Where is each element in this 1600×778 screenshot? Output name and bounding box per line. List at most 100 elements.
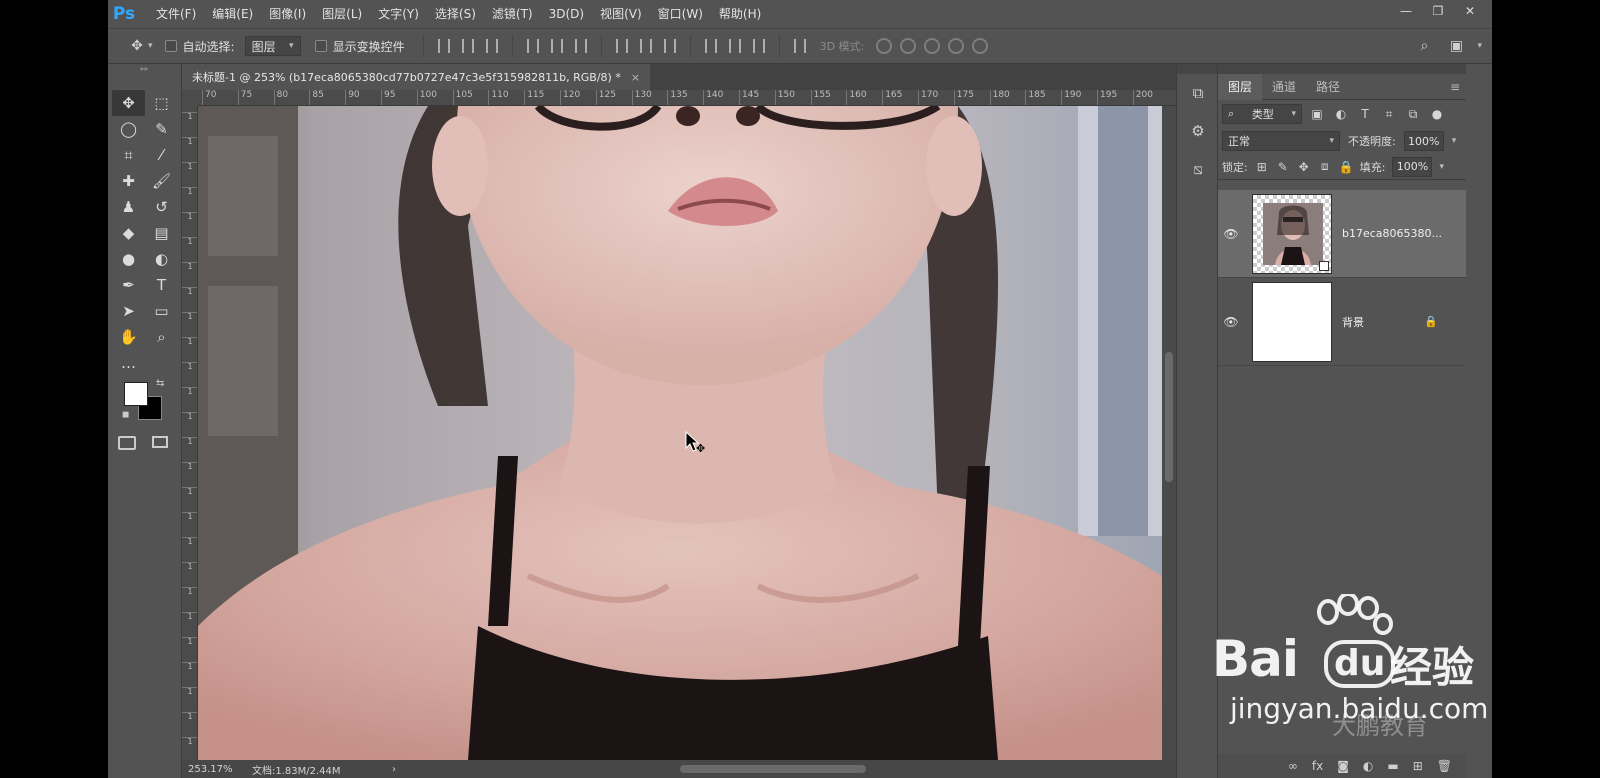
filter-shape-icon[interactable]: ⌗: [1380, 107, 1398, 122]
filter-pixel-icon[interactable]: ▣: [1308, 107, 1326, 121]
layer-row[interactable]: 👁 背景 🔒: [1218, 278, 1466, 366]
quick-select-tool-icon[interactable]: ✎: [145, 116, 178, 142]
vertical-scrollbar[interactable]: [1162, 106, 1176, 760]
toolbox-grip[interactable]: ▸▸: [108, 64, 181, 74]
layer-name[interactable]: 背景: [1342, 314, 1420, 330]
menu-select[interactable]: 选择(S): [427, 0, 484, 28]
type-tool-icon[interactable]: T: [145, 272, 178, 298]
lock-position-icon[interactable]: ✥: [1297, 160, 1311, 174]
menu-3d[interactable]: 3D(D): [541, 0, 592, 28]
menu-edit[interactable]: 编辑(E): [204, 0, 261, 28]
search-icon[interactable]: ⌕: [1413, 35, 1435, 57]
chevron-down-icon[interactable]: ▾: [148, 41, 153, 51]
menu-image[interactable]: 图像(I): [261, 0, 314, 28]
menu-help[interactable]: 帮助(H): [711, 0, 769, 28]
ruler-origin[interactable]: [182, 90, 198, 106]
lasso-tool-icon[interactable]: ◯: [112, 116, 145, 142]
move-tool-icon[interactable]: ✥: [112, 90, 145, 116]
lock-transparent-icon[interactable]: ⊞: [1255, 160, 1269, 174]
path-select-tool-icon[interactable]: ➤: [112, 298, 145, 324]
zoom-tool-icon[interactable]: ⌕: [145, 324, 178, 350]
healing-brush-tool-icon[interactable]: ✚: [112, 168, 145, 194]
menu-type[interactable]: 文字(Y): [370, 0, 427, 28]
crop-tool-icon[interactable]: ⌗: [112, 142, 145, 168]
trash-icon[interactable]: 🗑: [1437, 759, 1452, 773]
layer-name[interactable]: b17eca8065380...: [1342, 227, 1442, 240]
lock-all-icon[interactable]: 🔒: [1339, 160, 1354, 174]
blend-mode-dropdown[interactable]: 正常 ▾: [1222, 131, 1340, 151]
distribute-left-icon[interactable]: [704, 39, 717, 53]
adjustments-icon[interactable]: ⧅: [1177, 150, 1219, 188]
history-brush-tool-icon[interactable]: ↺: [145, 194, 178, 220]
gradient-tool-icon[interactable]: ▤: [145, 220, 178, 246]
filter-smart-object-icon[interactable]: ⧉: [1404, 107, 1422, 122]
filter-toggle-icon[interactable]: ●: [1428, 107, 1446, 121]
eye-icon[interactable]: 👁: [1218, 315, 1244, 329]
lock-artboard-icon[interactable]: ⧈: [1318, 159, 1332, 174]
horizontal-ruler[interactable]: 70 75 80 85 90 95 100 105 110 115 120 125 130 135 140 1…: [198, 90, 1176, 106]
opacity-field[interactable]: 100%: [1403, 131, 1444, 151]
minimize-button[interactable]: —: [1390, 0, 1422, 22]
mask-icon[interactable]: ◙: [1337, 759, 1349, 773]
chevron-down-icon[interactable]: ▾: [1452, 136, 1457, 146]
show-transform-checkbox[interactable]: [314, 40, 327, 52]
status-menu-arrow[interactable]: ›: [392, 764, 396, 775]
align-vcenter-icon[interactable]: [461, 39, 474, 53]
distribute-bottom-icon[interactable]: [663, 39, 676, 53]
auto-select-dropdown[interactable]: 图层 ▾: [244, 36, 301, 56]
3d-scale-icon[interactable]: [972, 38, 989, 54]
workspace-icon[interactable]: ▣: [1445, 35, 1467, 57]
horizontal-scroll-thumb[interactable]: [680, 765, 866, 773]
link-icon[interactable]: ∞: [1288, 759, 1298, 773]
vertical-scroll-thumb[interactable]: [1165, 352, 1173, 482]
adjustment-icon[interactable]: ◐: [1363, 759, 1373, 773]
quick-mask-icon[interactable]: [118, 436, 136, 450]
layer-thumbnail[interactable]: [1252, 281, 1332, 362]
align-bottom-icon[interactable]: [485, 39, 498, 53]
marquee-tool-icon[interactable]: ⬚: [145, 90, 178, 116]
document-tab[interactable]: 未标题-1 @ 253% (b17eca8065380cd77b0727e47c…: [182, 64, 651, 90]
zoom-level[interactable]: 253.17%: [182, 764, 252, 775]
dodge-tool-icon[interactable]: ◐: [145, 246, 178, 272]
distribute-right-icon[interactable]: [752, 39, 765, 53]
eyedropper-tool-icon[interactable]: ⁄: [145, 142, 178, 168]
close-button[interactable]: ✕: [1454, 0, 1486, 22]
canvas[interactable]: ✥: [198, 106, 1162, 760]
eraser-tool-icon[interactable]: ◆: [112, 220, 145, 246]
hand-tool-icon[interactable]: ✋: [112, 324, 145, 350]
new-layer-icon[interactable]: ⊞: [1413, 759, 1423, 773]
chevron-down-icon[interactable]: ▾: [1477, 41, 1482, 51]
chevron-down-icon[interactable]: ▾: [1439, 162, 1444, 172]
history-icon[interactable]: ⧉: [1177, 74, 1219, 112]
fill-field[interactable]: 100%: [1392, 156, 1433, 177]
align-right-icon[interactable]: [574, 39, 587, 53]
menu-window[interactable]: 窗口(W): [650, 0, 711, 28]
3d-pan-icon[interactable]: [924, 38, 941, 54]
align-top-icon[interactable]: [437, 39, 450, 53]
swap-colors-icon[interactable]: ⇆: [156, 378, 164, 389]
tab-paths[interactable]: 路径: [1306, 74, 1350, 100]
clone-stamp-tool-icon[interactable]: ♟: [112, 194, 145, 220]
distribute-top-icon[interactable]: [615, 39, 628, 53]
horizontal-scrollbar[interactable]: [422, 764, 1162, 774]
layer-thumbnail[interactable]: [1252, 193, 1332, 274]
filter-type-icon[interactable]: T: [1356, 107, 1374, 121]
brush-tool-icon[interactable]: 🖌: [145, 168, 178, 194]
auto-align-icon[interactable]: [793, 39, 806, 53]
3d-roll-icon[interactable]: [900, 38, 917, 54]
3d-orbit-icon[interactable]: [876, 38, 893, 54]
blur-tool-icon[interactable]: ●: [112, 246, 145, 272]
group-icon[interactable]: ▬: [1387, 759, 1398, 773]
distribute-vcenter-icon[interactable]: [639, 39, 652, 53]
more-tools-icon[interactable]: …: [112, 350, 145, 376]
filter-adjustment-icon[interactable]: ◐: [1332, 107, 1350, 121]
default-colors-icon[interactable]: ◼: [122, 410, 129, 420]
auto-select-checkbox[interactable]: [164, 40, 177, 52]
menu-view[interactable]: 视图(V): [592, 0, 650, 28]
menu-filter[interactable]: 滤镜(T): [484, 0, 541, 28]
close-tab-icon[interactable]: ×: [631, 71, 640, 84]
layer-filter-dropdown[interactable]: ⌕ 类型 ▾: [1222, 104, 1302, 124]
tab-layers[interactable]: 图层: [1218, 73, 1263, 100]
vertical-ruler[interactable]: 1 1 1 1 1 1 1 1 1 1 1 1 1 1 1 1 1 1 1 1 1 1 1 1 1 1: [182, 106, 198, 760]
panel-grip[interactable]: [1218, 64, 1466, 74]
